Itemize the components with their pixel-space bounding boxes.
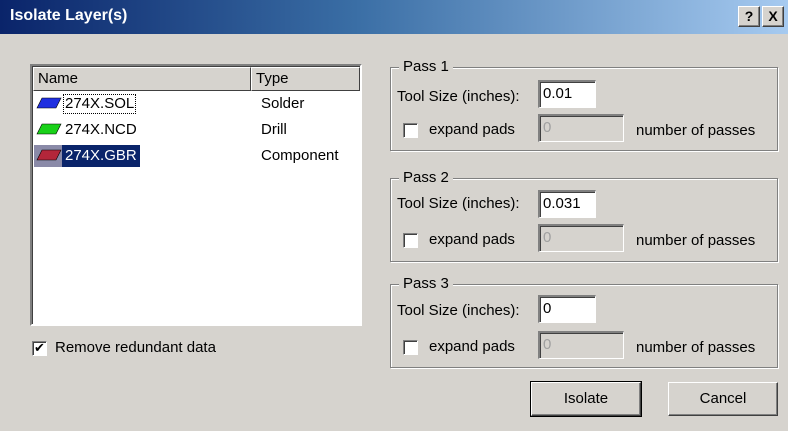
pass-2-expand-pads-checkbox[interactable] xyxy=(403,233,418,248)
pass-1-group: Pass 1 Tool Size (inches): 0.01 expand p… xyxy=(390,58,778,151)
pass-1-tool-size-input[interactable]: 0.01 xyxy=(538,80,596,108)
layer-icon xyxy=(36,149,62,161)
pass-2-number-of-passes-input[interactable]: 0 xyxy=(538,224,624,252)
layer-row[interactable]: 274X.NCD Drill xyxy=(34,119,360,141)
column-header-type[interactable]: Type xyxy=(251,67,360,91)
pass-3-legend: Pass 3 xyxy=(399,275,453,293)
layer-type: Component xyxy=(261,147,339,164)
column-header-name[interactable]: Name xyxy=(33,67,251,91)
layer-icon-shape xyxy=(36,123,62,135)
pass-2-group: Pass 2 Tool Size (inches): 0.031 expand … xyxy=(390,169,778,262)
layer-icon xyxy=(36,123,62,135)
pass-3-expand-pads-checkbox[interactable] xyxy=(403,340,418,355)
tool-size-label: Tool Size (inches): xyxy=(397,88,520,105)
pass-1-legend: Pass 1 xyxy=(399,58,453,76)
expand-pads-label: expand pads xyxy=(429,121,515,138)
expand-pads-label: expand pads xyxy=(429,231,515,248)
expand-pads-label: expand pads xyxy=(429,338,515,355)
layer-icon-shape xyxy=(36,149,62,161)
number-of-passes-label: number of passes xyxy=(636,339,756,356)
remove-redundant-checkbox[interactable]: ✔ xyxy=(32,341,47,356)
layers-list[interactable]: Name Type 274X.SOL Solder 274X.NCD Drill… xyxy=(30,64,362,326)
layer-icon xyxy=(36,97,62,109)
pass-3-group: Pass 3 Tool Size (inches): 0 expand pads… xyxy=(390,275,778,368)
layer-type: Solder xyxy=(261,95,305,112)
help-button[interactable]: ? xyxy=(738,6,760,27)
cancel-button[interactable]: Cancel xyxy=(668,382,778,416)
pass-1-expand-pads-checkbox[interactable] xyxy=(403,123,418,138)
layer-name: 274X.GBR xyxy=(62,145,140,167)
layer-name: 274X.NCD xyxy=(65,121,137,138)
window-title: Isolate Layer(s) xyxy=(10,7,128,24)
layer-icon-shape xyxy=(36,97,62,109)
pass-3-tool-size-input[interactable]: 0 xyxy=(538,295,596,323)
layer-type: Drill xyxy=(261,121,287,138)
pass-2-legend: Pass 2 xyxy=(399,169,453,187)
layer-row[interactable]: 274X.SOL Solder xyxy=(34,93,360,115)
number-of-passes-label: number of passes xyxy=(636,122,756,139)
tool-size-label: Tool Size (inches): xyxy=(397,195,520,212)
remove-redundant-label: Remove redundant data xyxy=(55,339,216,356)
close-button[interactable]: X xyxy=(762,6,784,27)
tool-size-label: Tool Size (inches): xyxy=(397,302,520,319)
layer-row[interactable]: 274X.GBR Component xyxy=(34,145,360,167)
pass-3-number-of-passes-input[interactable]: 0 xyxy=(538,331,624,359)
layer-name: 274X.SOL xyxy=(62,93,137,115)
pass-2-tool-size-input[interactable]: 0.031 xyxy=(538,190,596,218)
isolate-button[interactable]: Isolate xyxy=(530,381,642,417)
pass-1-number-of-passes-input[interactable]: 0 xyxy=(538,114,624,142)
number-of-passes-label: number of passes xyxy=(636,232,756,249)
title-bar: Isolate Layer(s) ? X xyxy=(0,0,788,34)
